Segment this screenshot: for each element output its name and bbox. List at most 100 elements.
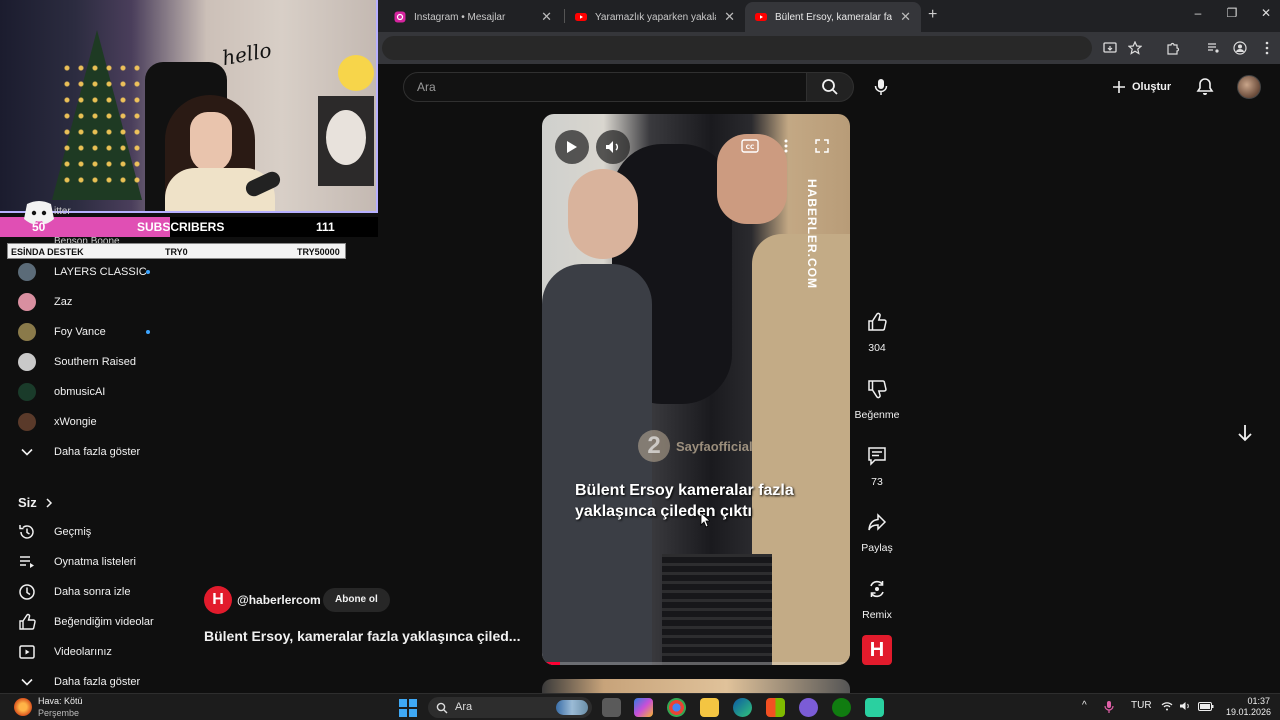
search-button[interactable]	[806, 72, 854, 102]
video-title[interactable]: Bülent Ersoy, kameralar fazla yaklaşınca…	[204, 628, 520, 644]
subscribe-button[interactable]: Abone ol	[323, 588, 390, 612]
video-figure-man-left	[542, 264, 652, 665]
mouse-cursor-icon	[700, 512, 710, 528]
video-overlay-logo: 2 Sayfaofficial	[638, 430, 753, 462]
more-options-button[interactable]	[776, 136, 796, 156]
channel-logo[interactable]: H	[204, 586, 232, 614]
extensions-icon[interactable]	[1164, 39, 1182, 57]
captions-icon: CC	[741, 139, 759, 153]
file-explorer-icon[interactable]	[700, 698, 719, 717]
copilot-icon[interactable]	[634, 698, 653, 717]
svg-text:CC: CC	[746, 144, 755, 151]
sidebar-item-watch-later[interactable]: Daha sonra izle	[18, 582, 130, 602]
maximize-button[interactable]: ❐	[1222, 6, 1242, 20]
close-tab-icon[interactable]: ✕	[900, 9, 911, 25]
close-tab-icon[interactable]: ✕	[541, 9, 552, 25]
voice-search-button[interactable]	[867, 73, 895, 101]
channel-avatar	[18, 353, 36, 371]
show-more-you[interactable]: Daha fazla göster	[18, 672, 140, 692]
sidebar-subscription-xwongie[interactable]: xWongie	[18, 412, 97, 432]
sidebar-item-label: Beğendiğim videolar	[54, 616, 154, 628]
xbox-icon[interactable]	[832, 698, 851, 717]
comment-count: 73	[871, 476, 883, 488]
show-more-subscriptions[interactable]: Daha fazla göster	[18, 442, 140, 462]
sidebar-item-liked-videos[interactable]: Beğendiğim videolar	[18, 612, 154, 632]
video-progress-fill	[542, 662, 561, 665]
captions-button[interactable]: CC	[740, 136, 760, 156]
like-button[interactable]: 304	[852, 310, 902, 354]
app-icon[interactable]	[799, 698, 818, 717]
comments-button[interactable]: 73	[852, 444, 902, 488]
fullscreen-button[interactable]	[812, 136, 832, 156]
video-progress-bar[interactable]	[542, 662, 850, 665]
store-icon[interactable]	[766, 698, 785, 717]
channel-handle[interactable]: @haberlercom	[237, 593, 321, 607]
volume-tray-icon[interactable]	[1179, 701, 1191, 711]
play-icon	[567, 141, 577, 153]
account-avatar[interactable]	[1237, 75, 1261, 99]
app-icon-2[interactable]	[865, 698, 884, 717]
profile-icon[interactable]	[1231, 39, 1249, 57]
sidebar-item-your-videos[interactable]: Videolarınız	[18, 642, 112, 662]
weather-icon[interactable]	[14, 698, 32, 716]
sidebar-item-history[interactable]: Geçmiş	[18, 522, 91, 542]
tab-youtube-video[interactable]: Yaramazlık yaparken yakalanan ✕	[565, 2, 745, 32]
next-video-arrow-icon[interactable]	[1234, 422, 1256, 444]
address-bar[interactable]	[382, 36, 1092, 60]
close-window-button[interactable]: ✕	[1256, 6, 1276, 20]
media-controls-icon[interactable]	[1204, 39, 1222, 57]
sidebar-item-playlists[interactable]: Oynatma listeleri	[18, 552, 136, 572]
you-section-header[interactable]: Siz	[18, 495, 53, 510]
sidebar-subscription-zaz[interactable]: Zaz	[18, 292, 72, 312]
tray-overflow-icon[interactable]: ^	[1082, 700, 1087, 711]
battery-icon[interactable]	[1198, 702, 1214, 711]
comment-icon	[868, 447, 886, 466]
system-clock[interactable]: 01:37 19.01.2026	[1226, 696, 1271, 718]
sidebar-subscription-layers-classic[interactable]: LAYERS CLASSIC	[18, 262, 147, 282]
duck-sticker	[338, 55, 374, 91]
notifications-bell-icon[interactable]	[1195, 77, 1215, 97]
dislike-button[interactable]: Beğenme	[852, 377, 902, 421]
share-button[interactable]: Paylaş	[852, 510, 902, 554]
like-count: 304	[868, 342, 886, 354]
tab-title: Yaramazlık yaparken yakalanan	[595, 11, 716, 23]
minimize-button[interactable]: –	[1188, 6, 1208, 20]
show-more-label: Daha fazla göster	[54, 446, 141, 458]
sidebar-subscription-southern-raised[interactable]: Southern Raised	[18, 352, 136, 372]
task-view-icon[interactable]	[602, 698, 621, 717]
play-button[interactable]	[555, 130, 589, 164]
channel-badge[interactable]: H	[862, 635, 892, 665]
sidebar-item-label: Oynatma listeleri	[54, 556, 136, 568]
tab-instagram[interactable]: Instagram • Mesajlar ✕	[384, 2, 562, 32]
sidebar-subscription-obmusicai[interactable]: obmusicAI	[18, 382, 105, 402]
new-content-dot	[146, 270, 150, 274]
share-label: Paylaş	[861, 542, 893, 554]
browser-menu-icon[interactable]	[1258, 39, 1276, 57]
you-section-title: Siz	[18, 495, 37, 510]
install-app-icon[interactable]	[1101, 39, 1119, 57]
donation-goal-label: ESİNDA DESTEK	[11, 247, 84, 257]
volume-button[interactable]	[596, 130, 630, 164]
subscriber-goal-bar: 50 SUBSCRIBERS 111	[0, 217, 378, 237]
remix-icon	[870, 580, 884, 598]
close-tab-icon[interactable]: ✕	[724, 9, 735, 25]
new-tab-button[interactable]: +	[928, 6, 937, 24]
language-indicator[interactable]: TUR	[1131, 700, 1152, 711]
next-short-preview[interactable]	[542, 679, 850, 693]
create-button[interactable]: Oluştur	[1112, 76, 1171, 98]
sidebar-subscription-foy-vance[interactable]: Foy Vance	[18, 322, 106, 342]
microphone-icon	[874, 79, 888, 95]
tab-youtube-short-active[interactable]: Bülent Ersoy, kameralar fazla ya ✕	[745, 2, 921, 32]
remix-button[interactable]: Remix	[852, 577, 902, 621]
wifi-icon[interactable]	[1161, 701, 1173, 711]
edge-icon[interactable]	[733, 698, 752, 717]
chrome-icon[interactable]	[667, 698, 686, 717]
more-vert-icon	[784, 139, 788, 153]
microphone-tray-icon[interactable]	[1104, 700, 1114, 714]
bookmark-star-icon[interactable]	[1126, 39, 1144, 57]
overlay-channel: Sayfaofficial	[676, 438, 753, 454]
windows-start-icon[interactable]	[399, 699, 417, 717]
shorts-video-player[interactable]: CC HABERLER.COM 2 Sayfaofficial Bülent E…	[542, 114, 850, 665]
video-caption: Bülent Ersoy kameralar fazla yaklaşınca …	[575, 482, 794, 520]
search-input[interactable]: Ara	[403, 72, 807, 102]
